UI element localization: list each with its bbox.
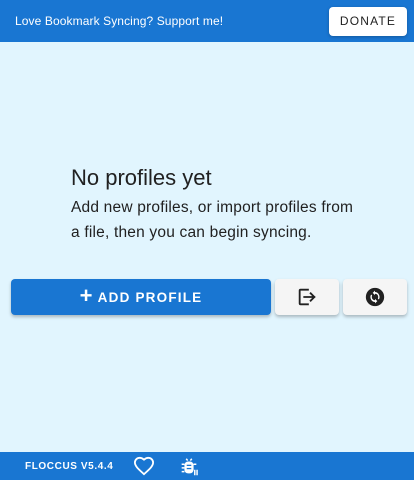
import-export-icon <box>298 288 316 306</box>
donate-button[interactable]: DONATE <box>329 6 407 36</box>
version-label: FLOCCUS V5.4.4 <box>25 460 114 472</box>
support-text: Love Bookmark Syncing? Support me! <box>15 14 224 28</box>
bug-report-icon[interactable] <box>178 456 200 478</box>
empty-state-description: Add new profiles, or import profiles fro… <box>71 199 354 241</box>
sync-button[interactable] <box>343 279 407 315</box>
heart-icon[interactable] <box>133 456 155 476</box>
plus-icon: + <box>79 283 94 308</box>
import-export-button[interactable] <box>275 279 339 315</box>
support-banner: Love Bookmark Syncing? Support me! DONAT… <box>0 0 414 42</box>
sync-icon <box>365 287 385 307</box>
footer-bar: FLOCCUS V5.4.4 <box>0 452 414 480</box>
add-profile-label: ADD PROFILE <box>97 289 203 305</box>
add-profile-button[interactable]: + ADD PROFILE <box>11 279 271 315</box>
empty-state-title: No profiles yet <box>71 165 212 190</box>
